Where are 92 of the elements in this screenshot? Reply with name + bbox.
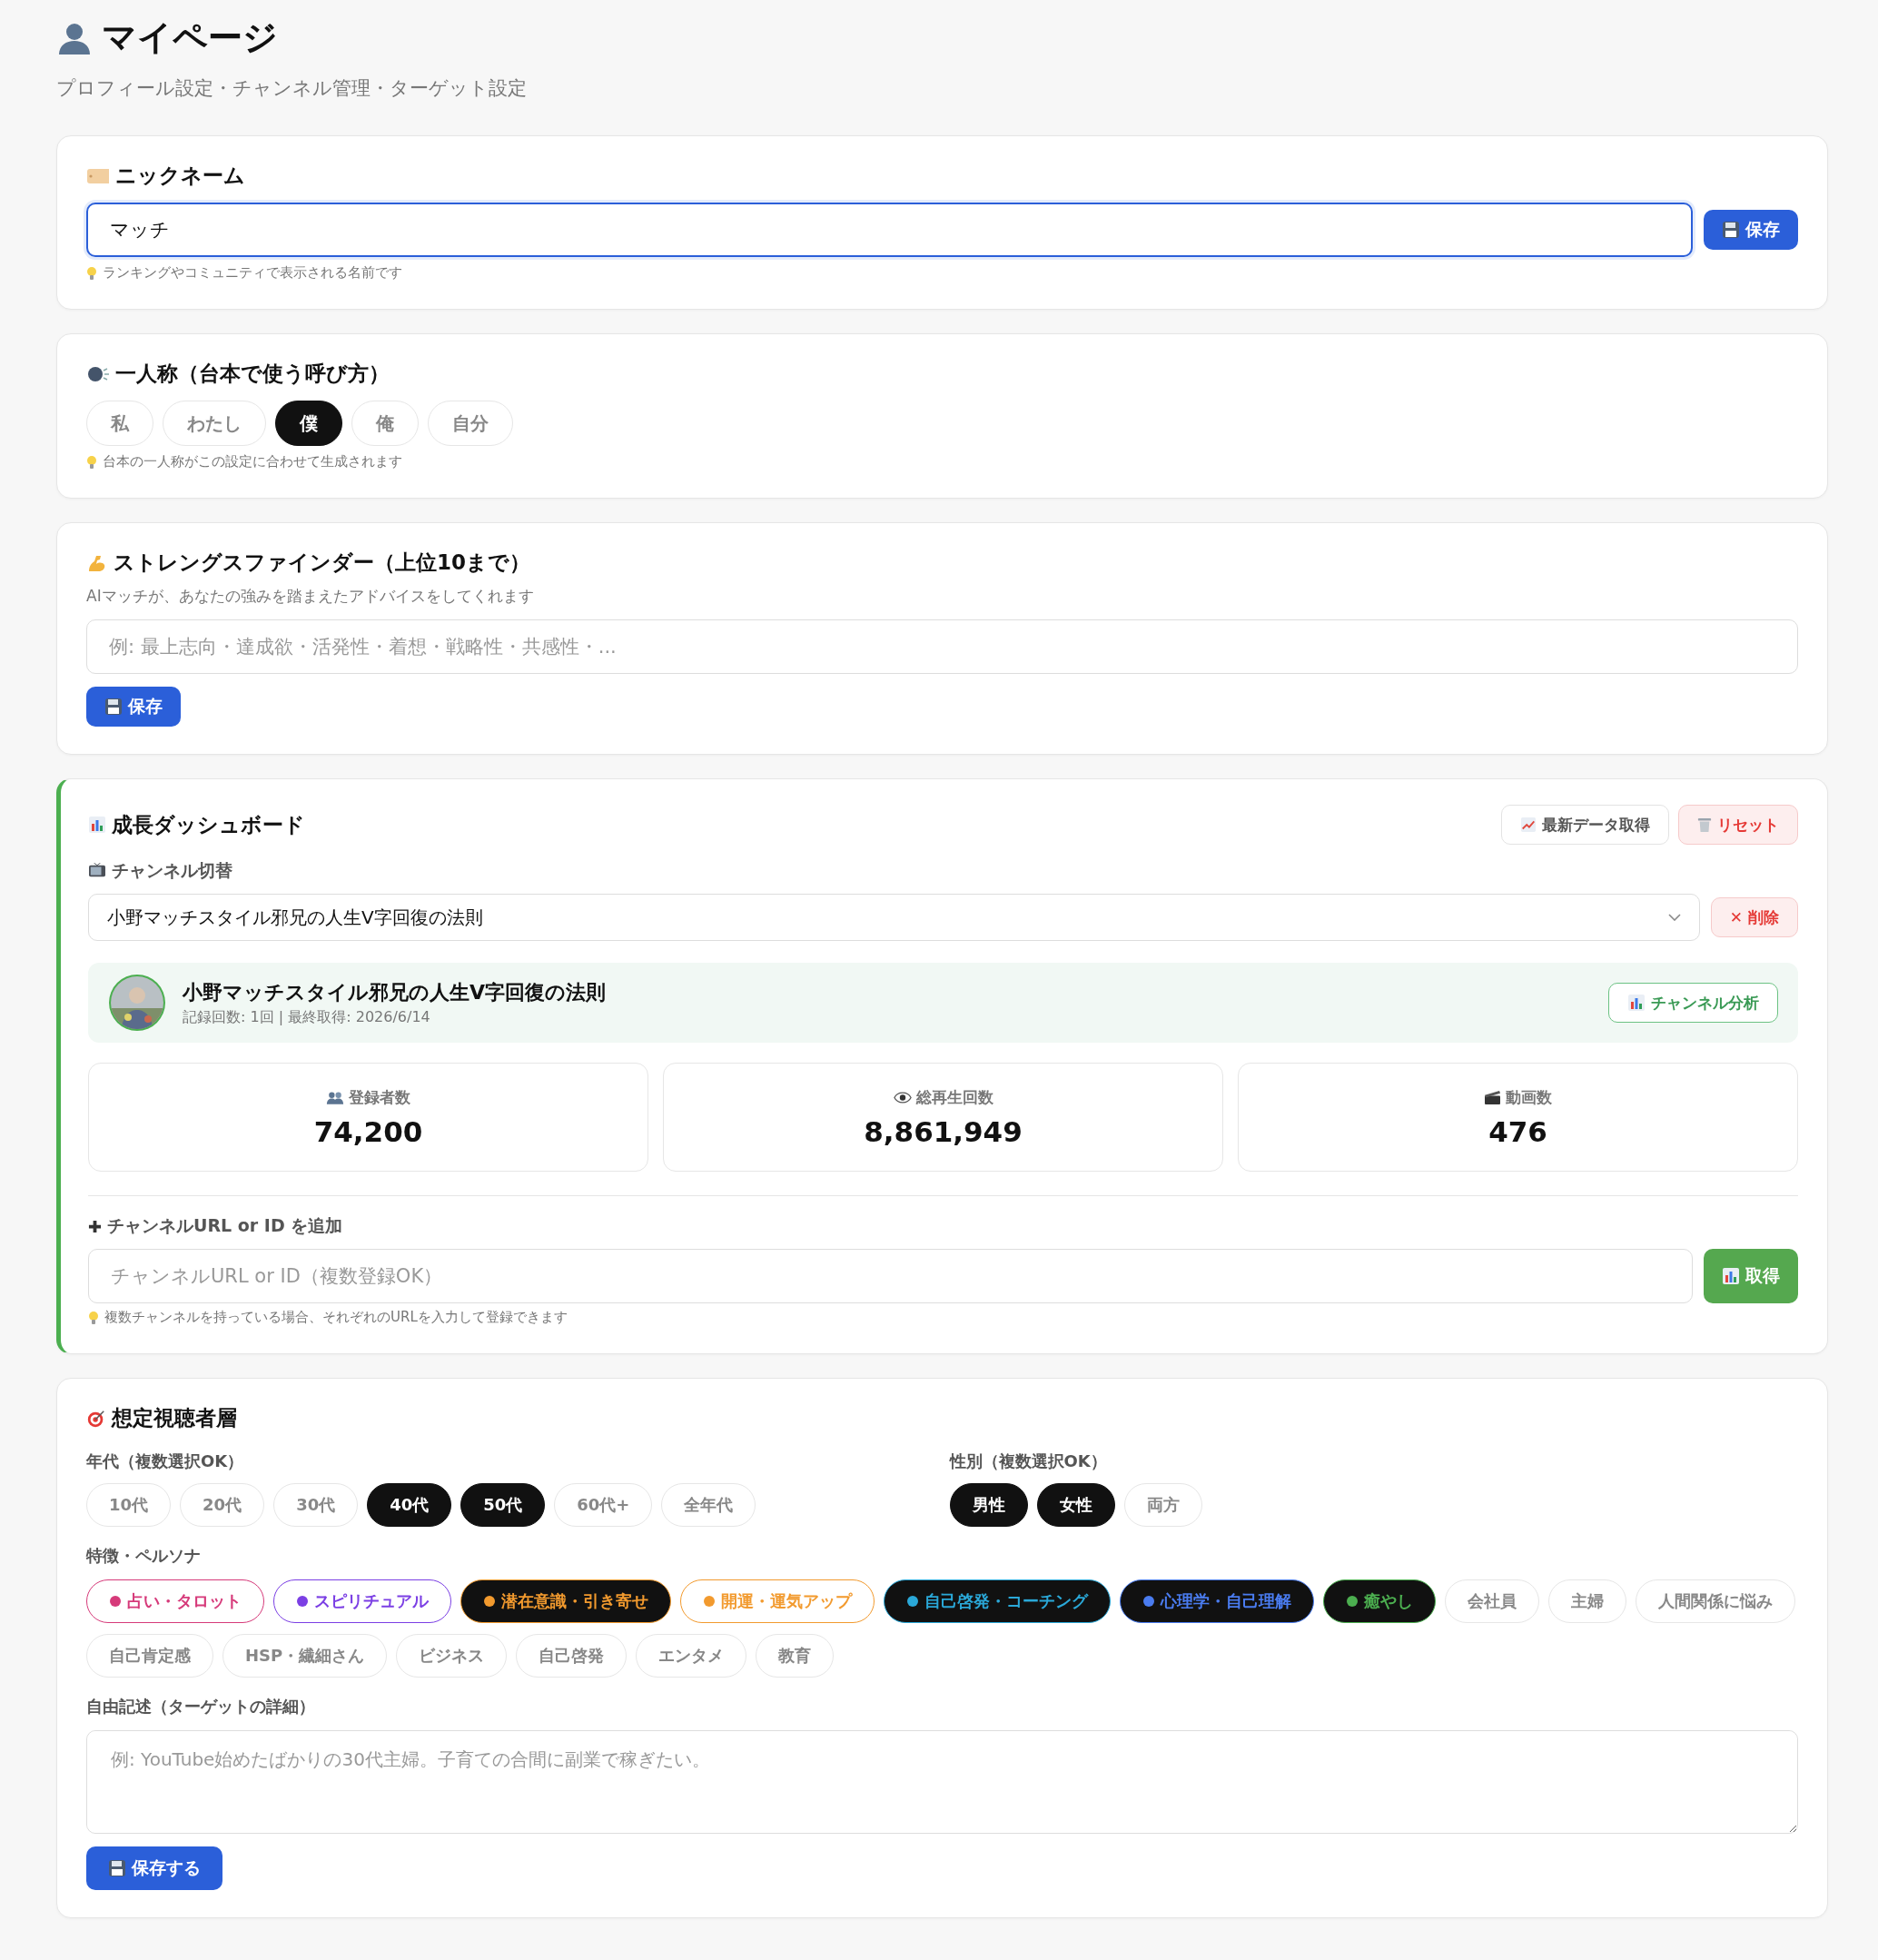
hint-text: 複数チャンネルを持っている場合、それぞれのURLを入力して登録できます <box>104 1309 568 1326</box>
pronoun-chip[interactable]: 自分 <box>428 401 513 446</box>
persona-chip[interactable]: HSP・繊細さん <box>222 1634 388 1678</box>
persona-chip[interactable]: 教育 <box>756 1634 835 1678</box>
pronoun-chip[interactable]: わたし <box>163 401 266 446</box>
dot-icon <box>1346 1595 1359 1608</box>
save-button[interactable]: 保存 <box>86 687 181 727</box>
television-icon <box>88 863 106 879</box>
pronoun-chip[interactable]: 俺 <box>351 401 419 446</box>
channel-select[interactable]: 小野マッチスタイル邪兄の人生V字回復の法則 <box>88 894 1700 941</box>
channel-url-field[interactable]: チャンネルURL or ID（複数登録OK） <box>88 1249 1693 1303</box>
field-label: チャンネルURL or ID を追加 <box>107 1214 343 1237</box>
page-title: マイページ <box>102 16 278 59</box>
delete-button[interactable]: ✕ 削除 <box>1710 897 1798 937</box>
persona-chip[interactable]: 潜在意識・引き寄せ <box>460 1579 671 1623</box>
chevron-down-icon <box>1667 914 1681 921</box>
trash-icon <box>1697 817 1712 833</box>
bar-chart-icon <box>1627 994 1646 1012</box>
persona-chip[interactable]: 主婦 <box>1548 1579 1626 1623</box>
hint-text: ランキングやコミュニティで表示される名前です <box>103 264 402 282</box>
reset-button[interactable]: リセット <box>1678 805 1798 845</box>
persona-chip[interactable]: スピリチュアル <box>273 1579 451 1623</box>
persona-chip[interactable]: 人間関係に悩み <box>1636 1579 1795 1623</box>
gender-chip[interactable]: 男性 <box>949 1483 1028 1527</box>
people-icon <box>326 1090 344 1104</box>
strengths-field[interactable]: 例: 最上志向・達成欲・活発性・着想・戦略性・共感性・... <box>86 619 1798 674</box>
section-title: 成長ダッシュボード <box>112 811 305 838</box>
save-button[interactable]: 保存する <box>86 1846 222 1890</box>
plus-icon <box>88 1219 102 1233</box>
field-label: チャンネル切替 <box>112 859 232 882</box>
field-label: 特徴・ペルソナ <box>86 1545 202 1567</box>
channel-analysis-button[interactable]: チャンネル分析 <box>1608 983 1778 1023</box>
stat-label: 総再生回数 <box>915 1086 993 1108</box>
age-chip[interactable]: 60代+ <box>554 1483 653 1527</box>
age-chip[interactable]: 40代 <box>367 1483 452 1527</box>
persona-chip[interactable]: 開運・運気アップ <box>680 1579 875 1623</box>
gender-chip[interactable]: 女性 <box>1036 1483 1115 1527</box>
stat-label: 登録者数 <box>349 1086 410 1108</box>
persona-chip[interactable]: ビジネス <box>396 1634 508 1678</box>
dot-icon <box>1142 1595 1155 1608</box>
gender-chip[interactable]: 両方 <box>1123 1483 1202 1527</box>
persona-chip[interactable]: エンタメ <box>636 1634 747 1678</box>
stat-value: 476 <box>1488 1114 1547 1148</box>
field-label: 年代（複数選択OK） <box>86 1450 245 1472</box>
refresh-data-button[interactable]: 最新データ取得 <box>1501 805 1669 845</box>
lightbulb-icon <box>86 265 97 281</box>
lightbulb-icon <box>86 454 97 470</box>
dot-icon <box>296 1595 309 1608</box>
line-chart-icon <box>1520 817 1537 833</box>
section-title: 一人称（台本で使う呼び方） <box>115 361 390 387</box>
nickname-field[interactable]: マッチ <box>86 203 1693 257</box>
section-title: 想定視聴者層 <box>112 1405 237 1431</box>
persona-chip[interactable]: 自己啓発・コーチング <box>884 1579 1111 1623</box>
persona-chip[interactable]: 会社員 <box>1445 1579 1539 1623</box>
page-subtitle: プロフィール設定・チャンネル管理・ターゲット設定 <box>56 76 528 101</box>
channel-meta: 記録回数: 1回 | 最終取得: 2026/6/14 <box>183 1007 431 1027</box>
bar-chart-icon <box>1722 1267 1740 1285</box>
eye-icon <box>893 1091 912 1104</box>
pronoun-chip[interactable]: 僕 <box>275 401 342 446</box>
stat-value: 8,861,949 <box>864 1114 1023 1148</box>
dot-icon <box>483 1595 496 1608</box>
field-label: 自由記述（ターゲットの詳細） <box>86 1696 316 1717</box>
age-chip[interactable]: 10代 <box>86 1483 172 1527</box>
bar-chart-icon <box>88 816 106 834</box>
pronoun-chip[interactable]: 私 <box>86 401 153 446</box>
persona-chip[interactable]: 自己啓発 <box>516 1634 628 1678</box>
save-button[interactable]: 保存 <box>1704 210 1798 250</box>
stat-label: 動画数 <box>1506 1086 1552 1108</box>
persona-chip[interactable]: 占い・タロット <box>86 1579 264 1623</box>
age-chip[interactable]: 20代 <box>180 1483 265 1527</box>
dot-icon <box>703 1595 716 1608</box>
target-detail-field[interactable]: 例: YouTube始めたばかりの30代主婦。子育ての合間に副業で稼ぎたい。 <box>86 1730 1798 1834</box>
hint-text: 台本の一人称がこの設定に合わせて生成されます <box>103 453 402 470</box>
tag-icon <box>86 167 110 184</box>
clapperboard-icon <box>1484 1089 1501 1105</box>
target-icon <box>86 1408 106 1429</box>
dot-icon <box>109 1595 122 1608</box>
dot-icon <box>906 1595 919 1608</box>
age-chip[interactable]: 50代 <box>460 1483 546 1527</box>
section-title: ニックネーム <box>115 163 245 189</box>
stat-value: 74,200 <box>313 1114 423 1148</box>
persona-chip[interactable]: 癒やし <box>1323 1579 1436 1623</box>
channel-name: 小野マッチスタイル邪兄の人生V字回復の法則 <box>183 979 608 1005</box>
section-title: ストレングスファインダー（上位10まで） <box>114 549 530 576</box>
age-chip[interactable]: 全年代 <box>661 1483 756 1527</box>
field-label: 性別（複数選択OK） <box>949 1450 1108 1472</box>
persona-chip[interactable]: 心理学・自己理解 <box>1120 1579 1314 1623</box>
persona-chip[interactable]: 自己肯定感 <box>86 1634 213 1678</box>
age-chip[interactable]: 30代 <box>273 1483 359 1527</box>
fetch-button[interactable]: 取得 <box>1704 1249 1798 1303</box>
section-description: AIマッチが、あなたの強みを踏まえたアドバイスをしてくれます <box>86 586 535 607</box>
lightbulb-icon <box>88 1310 99 1325</box>
